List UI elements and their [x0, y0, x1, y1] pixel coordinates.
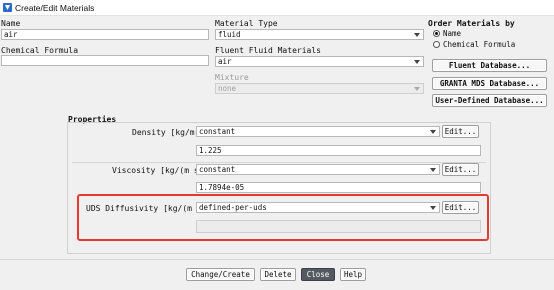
window-title: Create/Edit Materials: [15, 3, 95, 13]
chevron-down-icon: [430, 206, 436, 210]
granta-mds-database-button[interactable]: GRANTA MDS Database...: [432, 77, 547, 90]
order-by-chemical-formula-radio[interactable]: [433, 41, 440, 48]
fluent-fluid-materials-value: air: [218, 57, 232, 66]
viscosity-value-input[interactable]: 1.7894e-05: [196, 182, 481, 193]
order-by-chemical-formula-label: Chemical Formula: [443, 40, 516, 49]
fluent-fluid-materials-dropdown[interactable]: air: [215, 56, 424, 67]
user-defined-database-button[interactable]: User-Defined Database...: [432, 94, 547, 107]
uds-diffusivity-edit-button[interactable]: Edit...: [442, 201, 479, 214]
density-value-input[interactable]: 1.225: [196, 145, 481, 156]
density-method-dropdown[interactable]: constant: [196, 126, 440, 137]
help-button[interactable]: Help: [340, 268, 366, 281]
order-by-name-label: Name: [443, 29, 462, 38]
fluent-database-button[interactable]: Fluent Database...: [432, 59, 547, 72]
viscosity-edit-button[interactable]: Edit...: [442, 163, 479, 176]
app-icon: [3, 3, 12, 12]
chemical-formula-input[interactable]: [1, 55, 209, 66]
uds-diffusivity-method-dropdown[interactable]: defined-per-uds: [196, 202, 440, 213]
row-separator: [72, 162, 486, 163]
chemical-formula-label: Chemical Formula: [1, 46, 79, 55]
name-input[interactable]: air: [1, 29, 209, 40]
mixture-label: Mixture: [215, 73, 249, 82]
uds-diffusivity-label: UDS Diffusivity [kg/(m s)]: [86, 204, 212, 213]
fluent-fluid-materials-label: Fluent Fluid Materials: [215, 46, 321, 55]
close-button[interactable]: Close: [301, 268, 335, 281]
name-label: Name: [1, 19, 21, 28]
viscosity-label: Viscosity [kg/(m s)]: [112, 166, 209, 175]
mixture-dropdown: none: [215, 83, 424, 94]
viscosity-method-value: constant: [199, 165, 236, 174]
chevron-down-icon: [414, 60, 420, 64]
footer-separator: [0, 259, 554, 260]
delete-button[interactable]: Delete: [260, 268, 296, 281]
density-label: Density [kg/m³]: [132, 128, 205, 137]
uds-diffusivity-value-field: [196, 220, 481, 233]
chevron-down-icon: [430, 168, 436, 172]
material-type-value: fluid: [218, 30, 241, 39]
order-by-name-radio[interactable]: [433, 30, 440, 37]
chevron-down-icon: [414, 87, 420, 91]
density-method-value: constant: [199, 127, 236, 136]
material-type-dropdown[interactable]: fluid: [215, 29, 424, 40]
uds-diffusivity-method-value: defined-per-uds: [199, 203, 267, 212]
viscosity-method-dropdown[interactable]: constant: [196, 164, 440, 175]
change-create-button[interactable]: Change/Create: [186, 268, 255, 281]
density-edit-button[interactable]: Edit...: [442, 125, 479, 138]
order-by-label: Order Materials by: [428, 19, 515, 28]
chevron-down-icon: [414, 33, 420, 37]
chevron-down-icon: [430, 130, 436, 134]
material-type-label: Material Type: [215, 19, 278, 28]
mixture-value: none: [218, 84, 237, 93]
